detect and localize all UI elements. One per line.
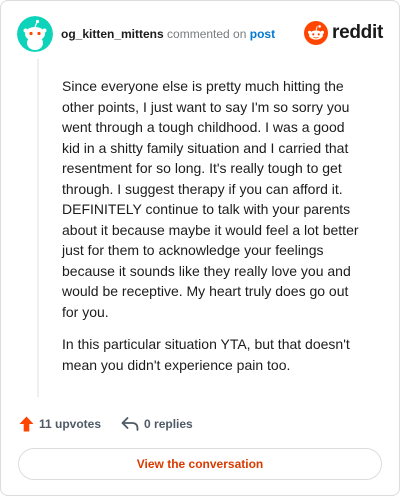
upvote-action[interactable]: 11 upvotes	[19, 416, 101, 432]
avatar[interactable]	[17, 16, 53, 52]
comment-embed-card: og_kitten_mittens commented on post redd…	[0, 0, 400, 496]
upvote-arrow-icon	[19, 416, 34, 432]
reply-count: 0 replies	[144, 417, 193, 431]
comment-body: Since everyone else is pretty much hitti…	[62, 76, 362, 387]
comment-actions: 11 upvotes 0 replies	[19, 414, 213, 434]
reply-arrow-icon	[121, 417, 139, 431]
post-link[interactable]: post	[250, 27, 275, 41]
view-conversation-button[interactable]: View the conversation	[18, 448, 382, 480]
action-text: commented on	[167, 27, 247, 41]
comment-paragraph: Since everyone else is pretty much hitti…	[62, 78, 359, 320]
comment-paragraph: In this particular situation YTA, but th…	[62, 336, 350, 373]
author-line: og_kitten_mittens commented on post	[61, 27, 275, 41]
comment-header: og_kitten_mittens commented on post redd…	[17, 16, 383, 52]
reddit-snoo-icon	[304, 21, 329, 45]
author-username[interactable]: og_kitten_mittens	[61, 27, 164, 41]
reply-action[interactable]: 0 replies	[121, 417, 193, 431]
avatar-snoo-icon	[17, 16, 53, 52]
thread-line	[37, 59, 39, 397]
upvote-count: 11 upvotes	[39, 417, 102, 431]
reddit-brand[interactable]: reddit	[304, 20, 383, 46]
brand-wordmark: reddit	[332, 22, 383, 43]
